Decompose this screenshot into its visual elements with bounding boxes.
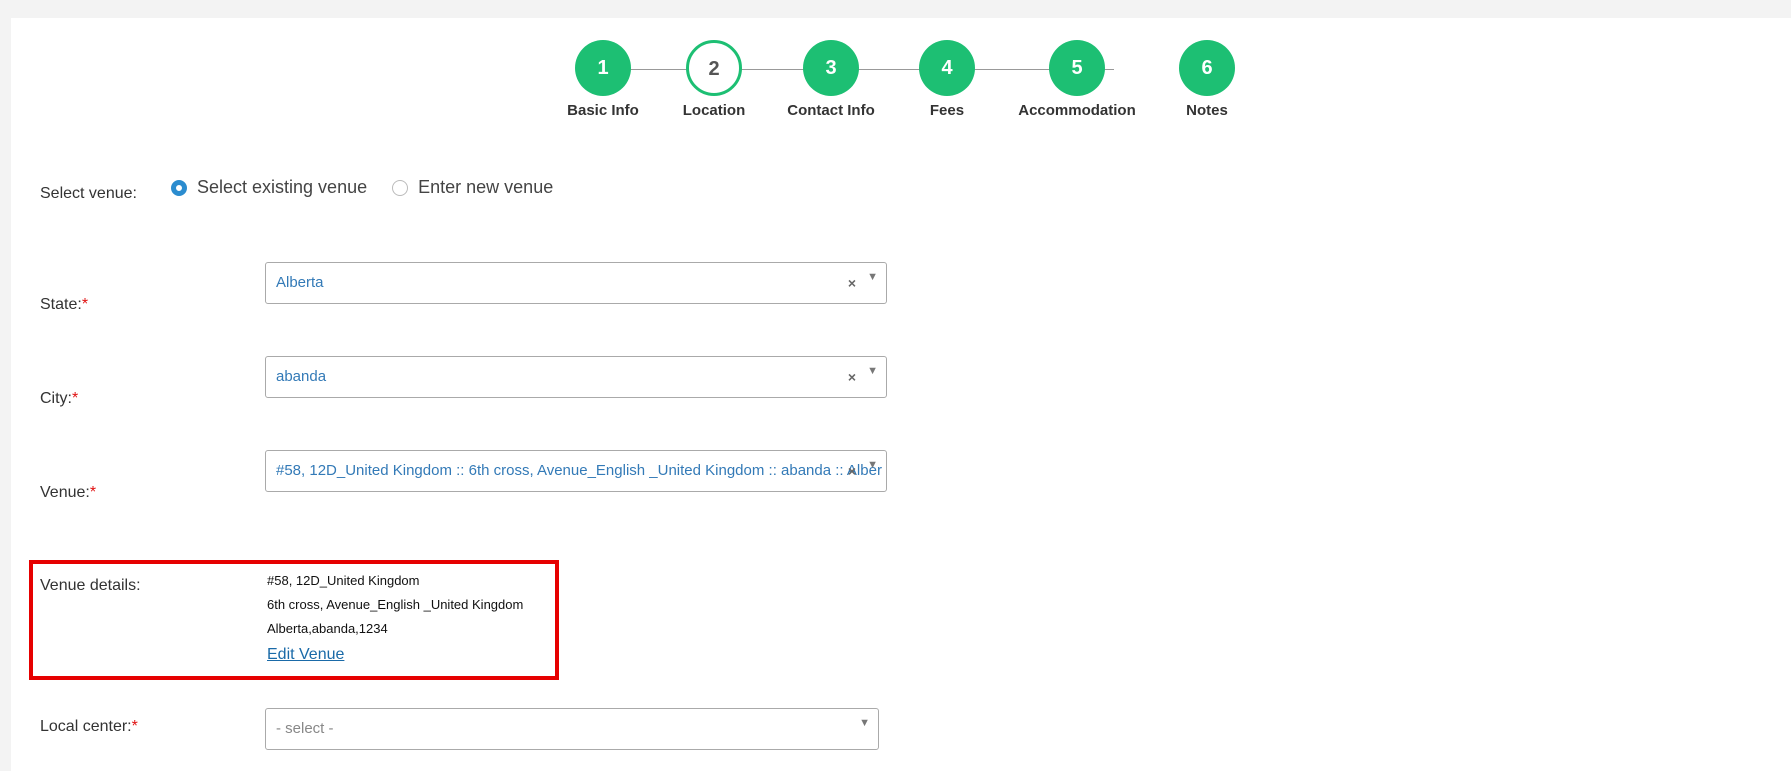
venue-select[interactable]: #58, 12D_United Kingdom :: 6th cross, Av… <box>265 450 887 492</box>
state-label: State:* <box>40 296 88 314</box>
city-label: City:* <box>40 390 78 408</box>
step-label-fees: Fees <box>929 102 965 119</box>
local-center-placeholder: - select - <box>276 720 334 737</box>
local-center-label: Local center:* <box>40 718 138 736</box>
venue-address-line1: #58, 12D_United Kingdom <box>267 573 420 588</box>
dropdown-arrow-icon[interactable]: ▼ <box>867 263 878 297</box>
clear-x-icon[interactable]: × <box>848 263 856 303</box>
state-select[interactable]: Alberta × ▼ <box>265 262 887 304</box>
step-number-1: 1 <box>575 40 631 96</box>
required-mark: * <box>81 296 89 313</box>
step-number-3: 3 <box>803 40 859 96</box>
state-label-text: State: <box>40 296 82 313</box>
step-label-accommodation: Accommodation <box>1018 102 1136 119</box>
radio-checked-icon[interactable] <box>171 179 187 196</box>
required-mark: * <box>89 484 97 501</box>
local-center-label-text: Local center: <box>40 718 132 735</box>
venue-details-label: Venue details: <box>40 577 141 594</box>
radio-select-existing-venue[interactable]: Select existing venue <box>171 177 367 198</box>
radio-unchecked-icon[interactable] <box>392 179 409 196</box>
step-number-6: 6 <box>1179 40 1235 96</box>
step-notes[interactable]: 6 Notes <box>1137 40 1277 119</box>
venue-choice-radio-group: Select existing venue Enter new venue <box>171 177 573 201</box>
radio-enter-new-venue[interactable]: Enter new venue <box>392 177 553 198</box>
venue-label-text: Venue: <box>40 484 90 501</box>
form-panel: 1 Basic Info 2 Location 3 Contact Info 4… <box>11 18 1791 771</box>
radio-label-enter-new: Enter new venue <box>418 177 554 197</box>
radio-label-select-existing: Select existing venue <box>197 177 368 197</box>
required-mark: * <box>72 390 79 407</box>
venue-address-line3: Alberta,abanda,1234 <box>267 621 388 636</box>
dropdown-arrow-icon[interactable]: ▼ <box>859 709 870 743</box>
city-select[interactable]: abanda × ▼ <box>265 356 887 398</box>
venue-select-value: #58, 12D_United Kingdom :: 6th cross, Av… <box>276 462 882 479</box>
dropdown-arrow-icon[interactable]: ▼ <box>867 357 878 391</box>
city-label-text: City: <box>40 390 72 407</box>
step-label-notes: Notes <box>1186 102 1228 119</box>
state-select-value: Alberta <box>276 274 324 291</box>
venue-label: Venue:* <box>40 484 96 502</box>
wizard-stepper: 1 Basic Info 2 Location 3 Contact Info 4… <box>11 18 1791 138</box>
city-select-value: abanda <box>276 368 327 385</box>
venue-address-line2: 6th cross, Avenue_English _United Kingdo… <box>267 597 524 612</box>
select-venue-label: Select venue: <box>40 185 137 202</box>
local-center-select[interactable]: - select - ▼ <box>265 708 879 750</box>
step-accommodation[interactable]: 5 Accommodation <box>1007 40 1147 119</box>
step-number-5: 5 <box>1049 40 1105 96</box>
edit-venue-link[interactable]: Edit Venue <box>267 643 344 667</box>
step-fees[interactable]: 4 Fees <box>877 40 1017 119</box>
required-mark: * <box>131 718 138 735</box>
step-number-2: 2 <box>686 40 742 96</box>
venue-details-text: #58, 12D_United Kingdom 6th cross, Avenu… <box>267 569 523 667</box>
clear-x-icon[interactable]: × <box>848 357 856 397</box>
dropdown-arrow-icon[interactable]: ▼ <box>867 451 878 485</box>
clear-x-icon[interactable]: × <box>848 451 856 491</box>
step-number-4: 4 <box>919 40 975 96</box>
